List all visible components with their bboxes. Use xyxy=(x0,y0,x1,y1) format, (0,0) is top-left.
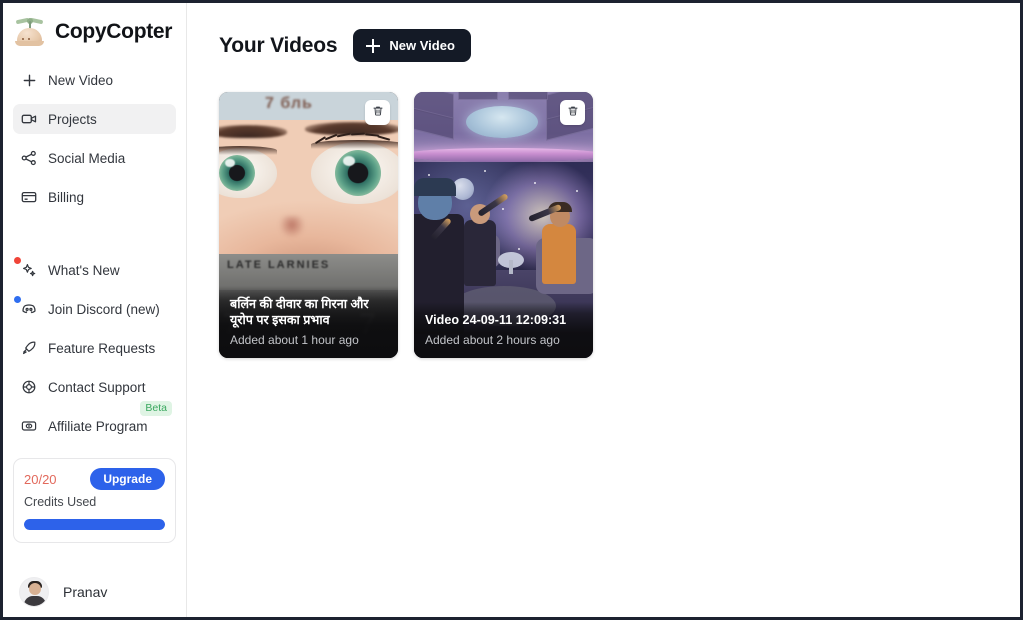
user-name: Pranav xyxy=(63,584,108,600)
sidebar-item-label: What's New xyxy=(48,262,120,278)
sidebar-item-label: Projects xyxy=(48,111,97,127)
thumbnail-top-text: 7 бль xyxy=(265,95,313,112)
credits-progress-fill xyxy=(24,519,165,530)
notification-dot xyxy=(14,257,21,264)
sidebar-item-label: Contact Support xyxy=(48,379,146,395)
video-grid: 7 бль LATE LARNIES बर्लिन की दीवार का गि… xyxy=(219,92,1020,358)
sidebar-item-billing[interactable]: Billing xyxy=(13,182,176,212)
discord-icon xyxy=(21,301,37,317)
upgrade-button[interactable]: Upgrade xyxy=(90,468,165,490)
sidebar-item-new-video[interactable]: New Video xyxy=(13,65,176,95)
plus-icon xyxy=(366,38,381,53)
sidebar-item-contact-support[interactable]: Contact Support xyxy=(13,372,176,402)
avatar xyxy=(19,577,49,607)
new-video-button-label: New Video xyxy=(389,38,455,53)
page-title: Your Videos xyxy=(219,33,338,57)
credits-header: 20/20 Upgrade xyxy=(24,468,165,490)
brand-name: CopyCopter xyxy=(55,20,173,43)
sparkles-icon xyxy=(21,262,37,278)
notification-dot xyxy=(14,296,21,303)
sidebar-item-label: Social Media xyxy=(48,150,126,166)
rocket-icon xyxy=(21,340,37,356)
plus-icon xyxy=(21,72,37,88)
sidebar-item-join-discord[interactable]: Join Discord (new) xyxy=(13,294,176,324)
video-added-time: Added about 2 hours ago xyxy=(425,333,560,347)
new-video-button[interactable]: New Video xyxy=(353,29,471,62)
video-title: Video 24-09-11 12:09:31 xyxy=(425,313,567,327)
brand[interactable]: CopyCopter xyxy=(3,3,186,65)
sidebar-item-feature-requests[interactable]: Feature Requests xyxy=(13,333,176,363)
sidebar-item-label: New Video xyxy=(48,72,114,88)
credits-progress-bar xyxy=(24,519,165,530)
video-camera-icon xyxy=(21,111,37,127)
delete-video-button[interactable] xyxy=(560,100,585,125)
primary-nav: New Video Projects Social Media Billing … xyxy=(3,65,186,450)
credits-label: Credits Used xyxy=(24,495,97,509)
beta-badge: Beta xyxy=(140,401,172,416)
sidebar-item-whats-new[interactable]: What's New xyxy=(13,255,176,285)
video-card[interactable]: 7 бль LATE LARNIES बर्लिन की दीवार का गि… xyxy=(219,92,398,358)
credit-card-icon xyxy=(21,189,37,205)
eye-card-icon xyxy=(21,418,37,434)
sidebar-item-affiliate-program[interactable]: Affiliate Program Beta xyxy=(13,401,176,441)
sidebar-item-social-media[interactable]: Social Media xyxy=(13,143,176,173)
sidebar-item-label: Affiliate Program xyxy=(48,418,148,434)
credits-count: 20/20 xyxy=(24,471,57,487)
trash-icon xyxy=(567,105,579,120)
main-content: Your Videos New Video 7 бль LATE LARNIES… xyxy=(187,3,1020,617)
delete-video-button[interactable] xyxy=(365,100,390,125)
lifebuoy-icon xyxy=(21,379,37,395)
sidebar-item-label: Feature Requests xyxy=(48,340,156,356)
user-profile-row[interactable]: Pranav xyxy=(3,563,186,617)
sidebar-item-label: Join Discord (new) xyxy=(48,301,160,317)
credits-card: 20/20 Upgrade Credits Used xyxy=(13,458,176,543)
share-network-icon xyxy=(21,150,37,166)
video-card-footer: बर्लिन की दीवार का गिरना और यूरोप पर इसक… xyxy=(219,286,398,358)
sidebar: CopyCopter New Video Projects Social Med… xyxy=(3,3,187,617)
page-header: Your Videos New Video xyxy=(219,29,1020,62)
sidebar-item-projects[interactable]: Projects xyxy=(13,104,176,134)
sidebar-item-label: Billing xyxy=(48,189,85,205)
video-added-time: Added about 1 hour ago xyxy=(230,333,359,347)
video-card-footer: Video 24-09-11 12:09:31 Added about 2 ho… xyxy=(414,302,593,358)
trash-icon xyxy=(372,105,384,120)
propeller-beanie-icon xyxy=(13,15,47,49)
thumbnail-mid-text: LATE LARNIES xyxy=(227,259,331,271)
app-window: CopyCopter New Video Projects Social Med… xyxy=(0,0,1023,620)
video-card[interactable]: Video 24-09-11 12:09:31 Added about 2 ho… xyxy=(414,92,593,358)
video-title: बर्लिन की दीवार का गिरना और यूरोप पर इसक… xyxy=(230,297,369,327)
